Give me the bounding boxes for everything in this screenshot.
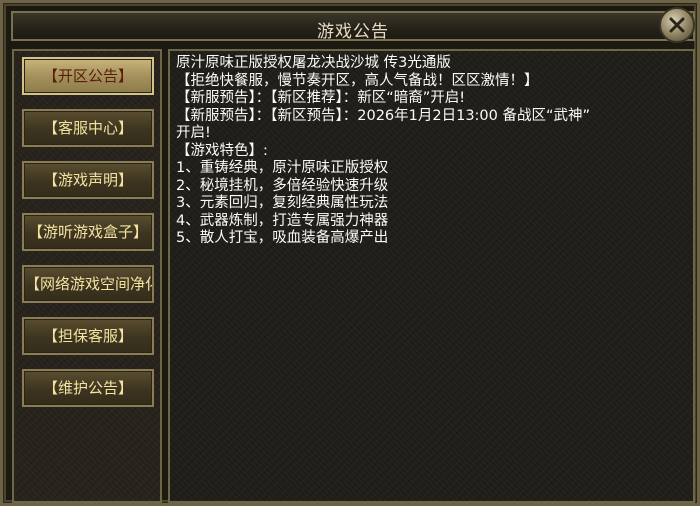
announcement-content: 原汁原味正版授权屠龙决战沙城 传3光通版 【拒绝快餐服，慢节奏开区，高人气备战！…: [168, 49, 695, 503]
menu-item-customer-service[interactable]: 【客服中心】: [22, 109, 154, 147]
content-line: 【拒绝快餐服，慢节奏开区，高人气备战！区区激情！】: [176, 72, 539, 89]
content-line: 2、秘境挂机，多倍经验快速升级: [176, 177, 389, 194]
sidebar-menu: 【开区公告】 【客服中心】 【游戏声明】 【游听游戏盒子】 【网络游戏空间净化 …: [12, 49, 162, 503]
menu-item-maintenance[interactable]: 【维护公告】: [22, 369, 154, 407]
content-line: 【新服预告】：【新区预告】：2026年1月2日13:00 备战区“武神”: [176, 107, 591, 124]
menu-item-online-space-purification[interactable]: 【网络游戏空间净化: [22, 265, 154, 303]
menu-item-game-box[interactable]: 【游听游戏盒子】: [22, 213, 154, 251]
content-line: 1、重铸经典，原汁原味正版授权: [176, 160, 389, 176]
content-line: 开启!: [176, 125, 211, 141]
content-line: 原汁原味正版授权屠龙决战沙城 传3光通版: [176, 55, 451, 71]
title-bar[interactable]: 游戏公告: [11, 11, 695, 42]
close-button[interactable]: [659, 7, 695, 43]
announcement-window: 游戏公告 【开区公告】 【客服中心】 【游戏声明】 【游听游戏盒子】 【网络游戏…: [0, 0, 700, 506]
content-line: 3、元素回归，复刻经典属性玩法: [176, 195, 389, 211]
content-line: 5、散人打宝，吸血装备高爆产出: [176, 230, 389, 246]
menu-item-game-statement[interactable]: 【游戏声明】: [22, 161, 154, 199]
content-line: 【新服预告】：【新区推荐】：新区“暗裔”开启!: [176, 90, 466, 106]
content-line: 4、武器炼制，打造专属强力神器: [176, 212, 389, 229]
window-title: 游戏公告: [317, 22, 389, 42]
menu-item-server-open[interactable]: 【开区公告】: [22, 57, 154, 95]
menu-item-guarantee-service[interactable]: 【担保客服】: [22, 317, 154, 355]
content-line: 【游戏特色】:: [176, 142, 268, 159]
close-icon: [669, 17, 685, 33]
